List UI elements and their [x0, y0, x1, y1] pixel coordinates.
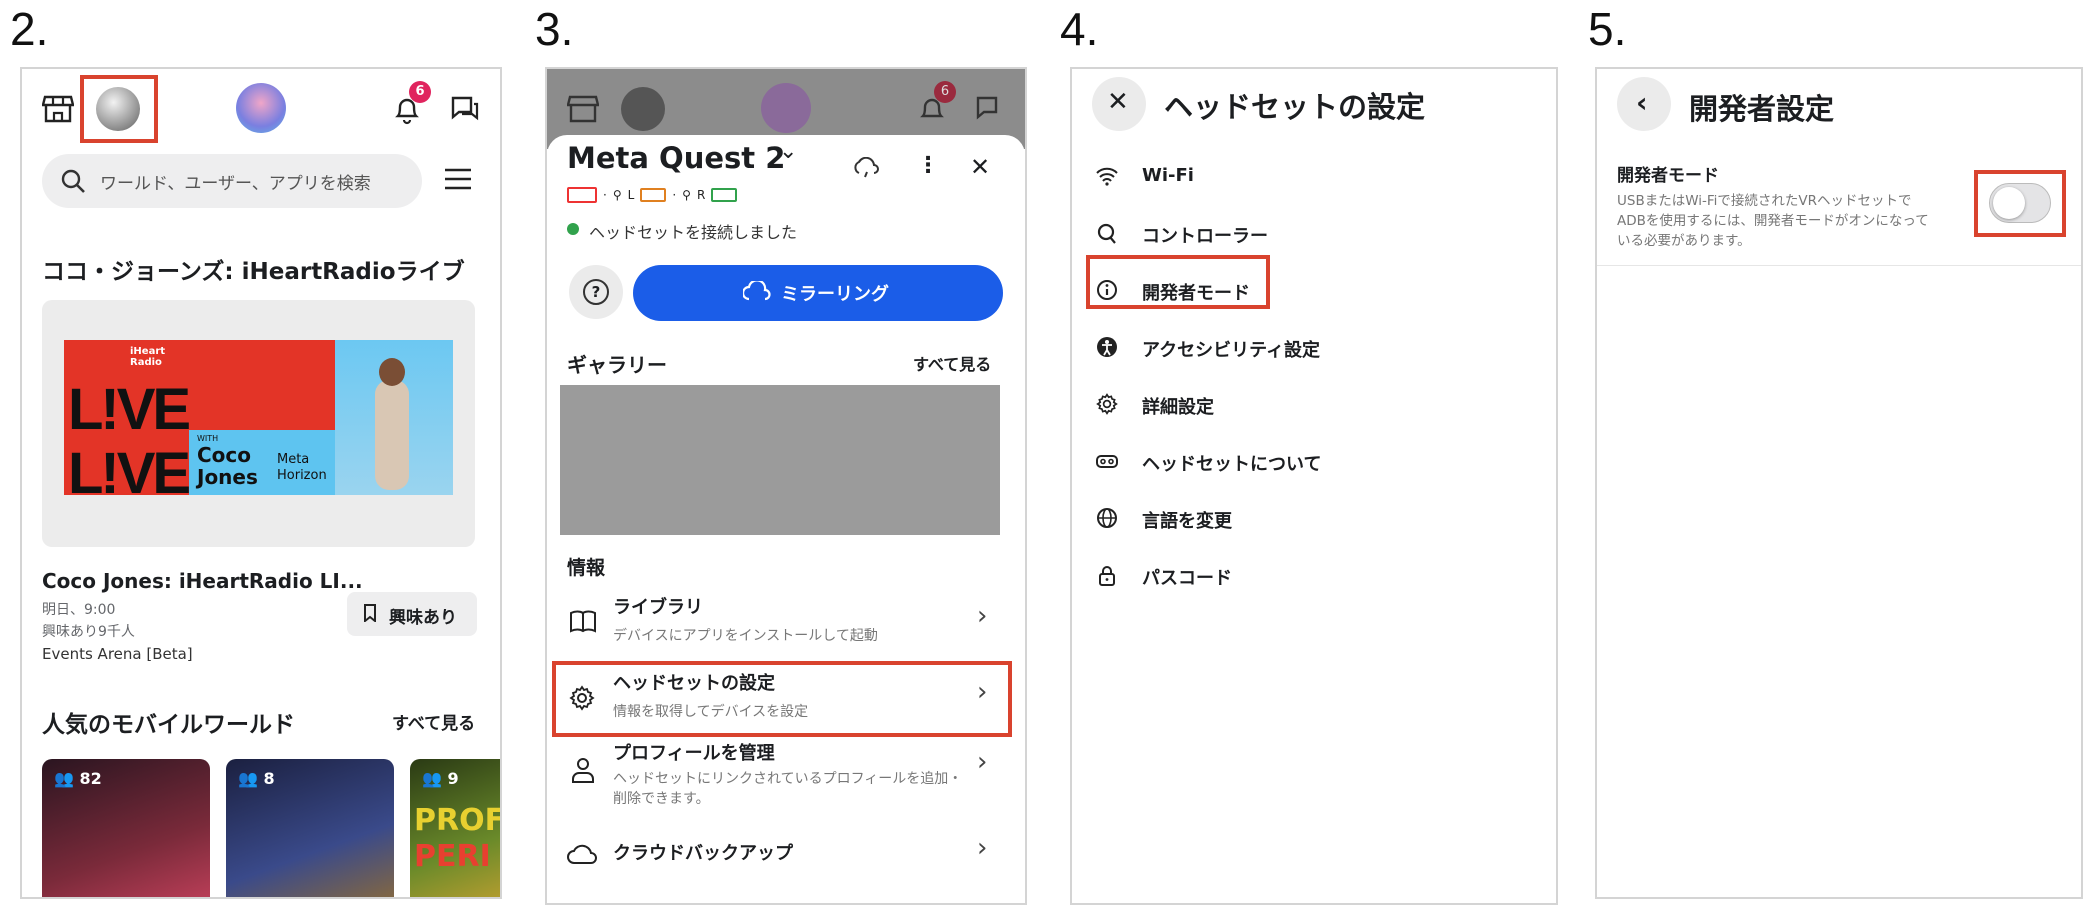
poster-blue-block: WITH Coco Jones Meta Horizon	[189, 430, 335, 495]
settings-item-about-headset[interactable]: ヘッドセットについて	[1072, 442, 1552, 482]
chevron-down-icon[interactable]: ⌄	[779, 139, 797, 164]
step-number-3: 3.	[535, 3, 574, 55]
event-location: Events Arena [Beta]	[42, 645, 193, 663]
headset-avatar-icon	[621, 87, 665, 131]
settings-item-advanced[interactable]: 詳細設定	[1072, 385, 1552, 425]
chevron-right-icon: ›	[977, 601, 988, 631]
highlight-toggle	[1974, 170, 2066, 237]
controller-icon: ⚲	[682, 188, 691, 202]
chevron-right-icon: ›	[977, 833, 988, 863]
menu-item-manage-profiles[interactable]: プロフィールを管理 ヘッドセットにリンクされているプロフィールを追加・削除できま…	[547, 739, 1025, 813]
settings-item-wifi[interactable]: Wi-Fi	[1072, 157, 1552, 197]
step-number-4: 4.	[1060, 3, 1099, 55]
menu-item-library[interactable]: ライブラリ デバイスにアプリをインストールして起動 ›	[547, 589, 1025, 659]
controller-icon	[1096, 222, 1118, 244]
popular-worlds-title: 人気のモバイルワールド	[42, 712, 295, 738]
see-all-link[interactable]: すべて見る	[392, 709, 475, 734]
cloud-icon	[567, 843, 597, 865]
phone-screen-headset-settings: ✕ ヘッドセットの設定 Wi-Fi コントローラー 開発者モード アクセシビリテ…	[1070, 67, 1558, 905]
chevron-left-icon: ‹	[1636, 86, 1648, 119]
close-button[interactable]: ✕	[1092, 77, 1146, 131]
lock-icon	[1096, 564, 1118, 586]
bookmark-icon	[363, 604, 377, 622]
settings-item-passcode[interactable]: パスコード	[1072, 556, 1552, 596]
search-icon	[60, 168, 86, 194]
search-bar[interactable]: ワールド、ユーザー、アプリを検索	[42, 154, 422, 208]
info-title: 情報	[567, 557, 606, 579]
poster-live-panel: iHeart Radio L!VE L!VE	[64, 340, 191, 506]
highlight-headset-settings	[552, 661, 1012, 737]
globe-icon	[1096, 507, 1118, 529]
interest-button[interactable]: 興味あり	[347, 592, 477, 636]
mirror-button[interactable]: ミラーリング	[633, 265, 1003, 321]
person-icon	[571, 757, 595, 783]
user-count: 👥 8	[238, 769, 275, 788]
phone-screen-developer-settings: ‹ 開発者設定 開発者モード USBまたはWi-Fiで接続されたVRヘッドセット…	[1595, 67, 2083, 899]
divider	[1597, 265, 2081, 266]
highlight-headset-icon	[80, 75, 158, 143]
world-thumbnail-2[interactable]: 👥 8	[226, 759, 394, 897]
close-icon: ✕	[1107, 87, 1129, 117]
avatar	[761, 83, 811, 133]
page-title: 開発者設定	[1689, 92, 1835, 126]
cast-icon[interactable]	[853, 157, 879, 179]
developer-mode-description: USBまたはWi-Fiで接続されたVRヘッドセットで ADBを使用するには、開発…	[1617, 193, 1929, 249]
question-icon: ?	[583, 279, 609, 305]
world-thumbnail-1[interactable]: 👥 82	[42, 759, 210, 897]
connected-dot	[567, 223, 579, 235]
chat-icon	[975, 95, 1005, 123]
event-title[interactable]: Coco Jones: iHeartRadio LI...	[42, 569, 363, 593]
step-number-5: 5.	[1588, 3, 1627, 55]
step-number-2: 2.	[10, 3, 49, 55]
back-button[interactable]: ‹	[1617, 77, 1671, 131]
world-thumbnail-3[interactable]: 👥 9 PROF PERI	[410, 759, 500, 897]
settings-item-accessibility[interactable]: アクセシビリティ設定	[1072, 328, 1552, 368]
left-battery-icon	[640, 188, 667, 202]
menu-item-cloud-backup[interactable]: クラウドバックアップ ›	[547, 825, 1025, 885]
controller-icon: ⚲	[612, 188, 622, 202]
notification-badge: 6	[934, 81, 956, 103]
gear-icon	[1096, 393, 1118, 415]
chevron-right-icon: ›	[977, 747, 988, 777]
connection-status: ヘッドセットを接続しました	[589, 223, 798, 242]
user-count: 👥 82	[54, 769, 102, 788]
settings-item-language[interactable]: 言語を変更	[1072, 499, 1552, 539]
gallery-placeholder[interactable]	[560, 385, 1000, 535]
battery-status: · ⚲ L · ⚲ R	[567, 187, 738, 203]
search-input[interactable]: ワールド、ユーザー、アプリを検索	[100, 169, 371, 194]
store-icon[interactable]	[42, 93, 74, 123]
menu-icon[interactable]	[444, 167, 472, 191]
store-icon	[567, 93, 599, 123]
right-battery-icon	[711, 188, 738, 202]
chat-icon[interactable]	[450, 95, 480, 123]
phone-screen-device-sheet: 6 Meta Quest 2 ⌄ · ⚲ L · ⚲ R ヘッドセットを接続しました…	[545, 67, 1027, 905]
phone-screen-home: 6 ワールド、ユーザー、アプリを検索 ココ・ジョーンズ: iHeartRadio…	[20, 67, 502, 899]
event-time: 明日、9:00	[42, 602, 116, 618]
cast-icon	[743, 281, 771, 305]
highlight-developer-mode	[1086, 255, 1270, 309]
accessibility-icon	[1096, 336, 1118, 358]
book-icon	[569, 609, 597, 633]
featured-event-image[interactable]: iHeart Radio L!VE L!VE WITH Coco Jones M…	[42, 300, 475, 547]
gallery-see-all-link[interactable]: すべて見る	[913, 351, 991, 375]
device-bottom-sheet: Meta Quest 2 ⌄ · ⚲ L · ⚲ R ヘッドセットを接続しました ⋮…	[547, 135, 1025, 903]
headset-battery-icon	[567, 187, 597, 203]
avatar[interactable]	[236, 83, 286, 133]
event-interest-count: 興味あり9千人	[42, 624, 135, 640]
gallery-title: ギャラリー	[567, 353, 667, 377]
help-button[interactable]: ?	[569, 265, 623, 319]
close-icon[interactable]: ✕	[970, 153, 990, 181]
notification-badge: 6	[409, 81, 431, 103]
device-name[interactable]: Meta Quest 2	[567, 141, 785, 175]
developer-mode-label: 開発者モード	[1617, 166, 1719, 186]
featured-title: ココ・ジョーンズ: iHeartRadioライブ	[42, 259, 465, 285]
poster-photo	[335, 340, 453, 495]
page-title: ヘッドセットの設定	[1164, 90, 1426, 124]
poster-red-block	[189, 340, 335, 430]
wifi-icon	[1096, 165, 1118, 187]
headset-icon	[1096, 450, 1118, 472]
more-options-icon[interactable]: ⋮	[917, 153, 939, 178]
settings-item-controller[interactable]: コントローラー	[1072, 214, 1552, 254]
user-count: 👥 9	[422, 769, 459, 788]
